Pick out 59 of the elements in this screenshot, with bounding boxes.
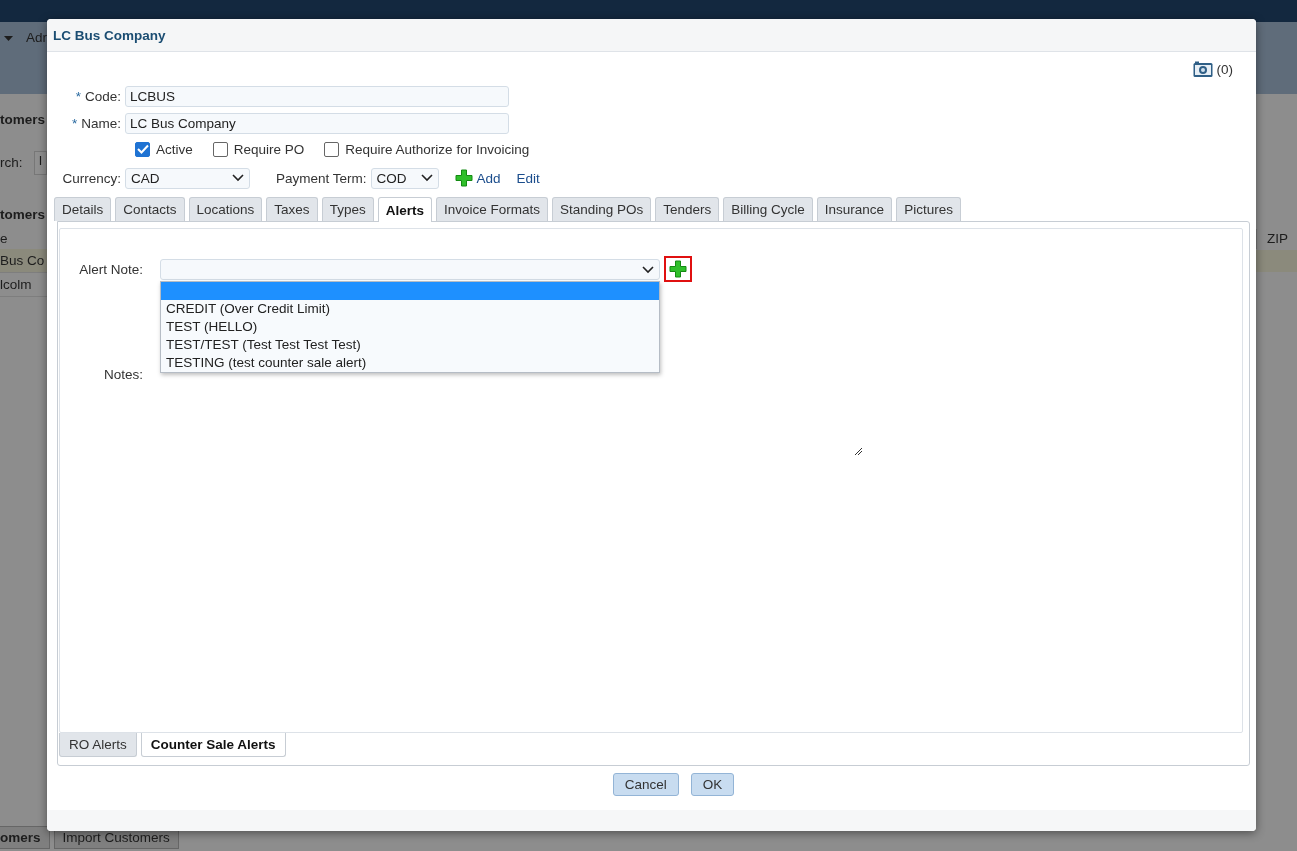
caret-icon: [4, 36, 13, 41]
dropdown-option[interactable]: TEST/TEST (Test Test Test Test): [161, 336, 659, 354]
add-button[interactable]: [664, 256, 692, 282]
required-mark: *: [71, 116, 78, 131]
plus-icon[interactable]: [454, 169, 473, 187]
add-link[interactable]: Add: [476, 170, 501, 186]
tab[interactable]: RO Alerts: [59, 733, 137, 757]
field-label: Currency:: [61, 170, 122, 186]
tab[interactable]: Alerts: [377, 197, 432, 222]
text-field[interactable]: LCBUS: [125, 86, 509, 107]
currency-select[interactable]: CAD: [125, 167, 250, 189]
field-label: Code:: [84, 89, 121, 104]
search-label: rch:: [0, 155, 23, 170]
field-label: Alert Note:: [78, 261, 144, 279]
checkbox-label: Active: [156, 141, 193, 157]
checkbox[interactable]: [324, 141, 340, 157]
tab[interactable]: Insurance: [816, 197, 893, 221]
dropdown-option[interactable]: TESTING (test counter sale alert): [161, 354, 659, 372]
chevron-down-icon: [420, 174, 433, 182]
tab[interactable]: Details: [54, 197, 112, 221]
section-title: tomers: [0, 112, 45, 127]
tab[interactable]: Billing Cycle: [723, 197, 813, 221]
footer-button[interactable]: omers: [0, 826, 50, 849]
tab[interactable]: Standing POs: [551, 197, 652, 221]
tab[interactable]: Pictures: [896, 197, 961, 221]
attachment-count: (0): [1216, 61, 1233, 77]
checkbox[interactable]: [135, 141, 150, 157]
table-cell: [1256, 250, 1297, 272]
checkbox-label: Require PO: [233, 141, 305, 157]
tab[interactable]: Types: [321, 197, 374, 221]
checkbox[interactable]: [212, 141, 228, 157]
dialog-button[interactable]: OK: [690, 772, 735, 796]
payment-term-select[interactable]: COD: [370, 167, 439, 189]
dropdown-option[interactable]: CREDIT (Over Credit Limit): [161, 300, 659, 318]
tab[interactable]: Tenders: [655, 197, 720, 221]
camera-icon[interactable]: [1192, 60, 1213, 78]
tab[interactable]: Locations: [188, 197, 263, 221]
tab[interactable]: Taxes: [266, 197, 318, 221]
field-label: Payment Term:: [276, 170, 367, 186]
tab[interactable]: Invoice Formats: [435, 197, 548, 221]
dialog-title: LC Bus Company: [53, 28, 166, 43]
search-field[interactable]: l: [34, 151, 47, 175]
section-title: tomers: [0, 207, 45, 222]
field-label: Name:: [81, 116, 121, 131]
field-label: Notes:: [102, 366, 143, 384]
dialog-button[interactable]: Cancel: [612, 772, 679, 796]
edit-link[interactable]: Edit: [516, 170, 540, 186]
column-header: e: [0, 231, 8, 246]
chevron-down-icon: [642, 265, 654, 274]
dropdown-option[interactable]: TEST (HELLO): [161, 318, 659, 336]
text-field[interactable]: LC Bus Company: [125, 113, 509, 134]
checkbox-label: Require Authorize for Invoicing: [345, 141, 530, 157]
tab[interactable]: Contacts: [115, 197, 185, 221]
required-mark: *: [75, 89, 81, 104]
tab[interactable]: Counter Sale Alerts: [140, 733, 286, 757]
resize-grip-icon[interactable]: [854, 447, 863, 456]
table-row[interactable]: Bus Co: [0, 249, 47, 273]
nav-label: Adr: [26, 30, 47, 45]
chevron-down-icon: [232, 174, 244, 182]
